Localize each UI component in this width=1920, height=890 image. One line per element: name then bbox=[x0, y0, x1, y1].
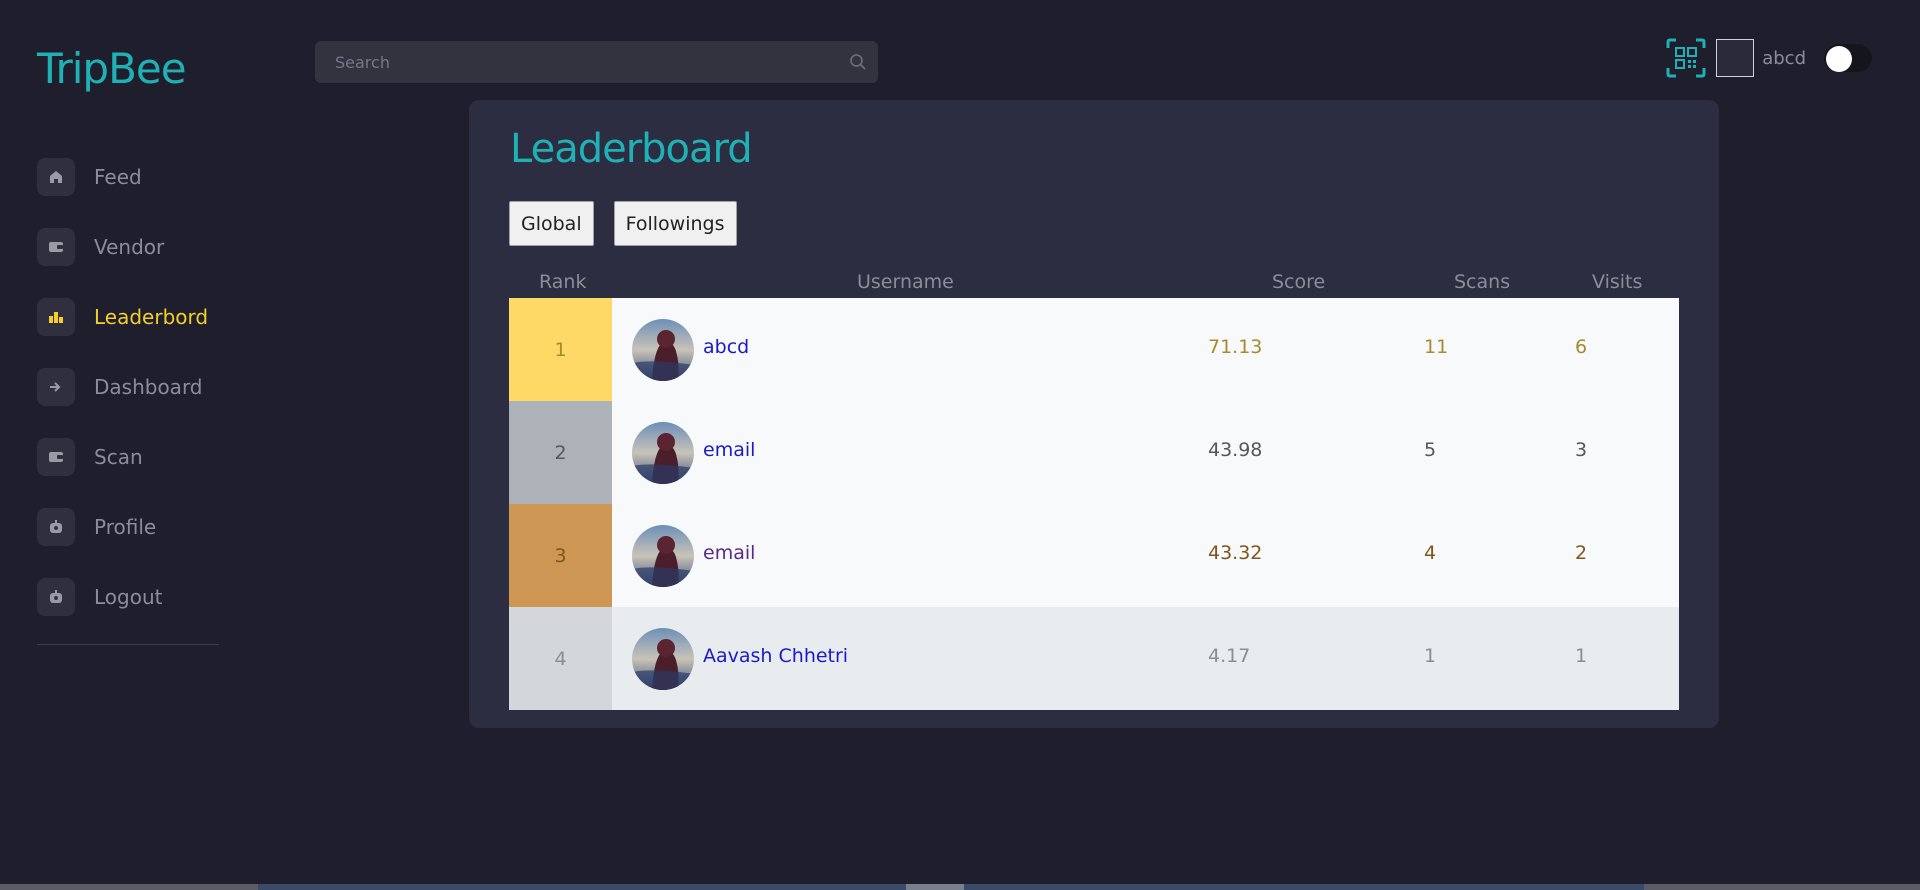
app-logo[interactable]: TripBee bbox=[37, 44, 187, 93]
table-row: 3 email 43.32 4 2 bbox=[509, 504, 1679, 607]
username-link[interactable]: abcd bbox=[703, 336, 749, 358]
qr-code-icon[interactable] bbox=[1666, 38, 1706, 78]
search-icon[interactable] bbox=[838, 53, 878, 71]
table-row: 2 email 43.98 5 3 bbox=[509, 401, 1679, 504]
user-avatar[interactable] bbox=[632, 525, 694, 587]
column-header-score: Score bbox=[1272, 271, 1326, 293]
visits-value: 6 bbox=[1575, 336, 1588, 358]
column-header-rank: Rank bbox=[539, 271, 587, 293]
scans-value: 1 bbox=[1424, 645, 1437, 667]
scans-value: 11 bbox=[1424, 336, 1449, 358]
score-value: 4.17 bbox=[1208, 645, 1251, 667]
logout-icon bbox=[37, 578, 75, 616]
sidebar-item-label: Dashboard bbox=[94, 375, 203, 399]
column-header-scans: Scans bbox=[1454, 271, 1511, 293]
user-avatar[interactable] bbox=[632, 628, 694, 690]
rank-cell: 4 bbox=[509, 607, 612, 710]
column-header-username: Username bbox=[857, 271, 954, 293]
sidebar-item-label: Scan bbox=[94, 445, 143, 469]
rank-cell: 2 bbox=[509, 401, 612, 504]
sidebar-item-label: Leaderbord bbox=[94, 305, 209, 329]
sidebar-item-label: Vendor bbox=[94, 235, 165, 259]
sidebar-item-feed[interactable]: Feed bbox=[37, 142, 219, 212]
leaderboard-tabs: Global Followings bbox=[509, 201, 737, 246]
sidebar-item-profile[interactable]: Profile bbox=[37, 492, 219, 562]
sidebar-item-vendor[interactable]: Vendor bbox=[37, 212, 219, 282]
table-row: 4 Aavash Chhetri 4.17 1 1 bbox=[509, 607, 1679, 710]
table-header: Rank Username Score Scans Visits bbox=[509, 268, 1679, 298]
rank-value: 4 bbox=[554, 647, 567, 670]
table-row: 1 abcd 71.13 11 6 bbox=[509, 298, 1679, 401]
sidebar-divider bbox=[37, 644, 219, 645]
score-value: 43.98 bbox=[1208, 439, 1263, 461]
avatar[interactable] bbox=[1716, 39, 1755, 77]
rank-cell: 3 bbox=[509, 504, 612, 607]
header-username[interactable]: abcd bbox=[1762, 48, 1806, 69]
arrow-right-icon bbox=[37, 368, 75, 406]
sidebar-item-label: Logout bbox=[94, 585, 163, 609]
sidebar-item-label: Feed bbox=[94, 165, 142, 189]
leaderboard-table: 1 abcd 71.13 11 6 2 email 43.98 5 3 3 em… bbox=[509, 298, 1679, 710]
leaderboard-card: Leaderboard Global Followings Rank Usern… bbox=[469, 100, 1719, 728]
tab-followings[interactable]: Followings bbox=[613, 201, 737, 246]
scans-value: 4 bbox=[1424, 542, 1437, 564]
score-value: 43.32 bbox=[1208, 542, 1263, 564]
user-avatar[interactable] bbox=[632, 422, 694, 484]
bar-chart-icon bbox=[37, 298, 75, 336]
username-link[interactable]: email bbox=[703, 542, 755, 564]
theme-toggle[interactable] bbox=[1824, 44, 1872, 72]
search-bar bbox=[315, 41, 878, 83]
sidebar-item-logout[interactable]: Logout bbox=[37, 562, 219, 632]
rank-value: 1 bbox=[554, 338, 567, 361]
sidebar-item-dashboard[interactable]: Dashboard bbox=[37, 352, 219, 422]
sidebar-item-leaderbord[interactable]: Leaderbord bbox=[37, 282, 219, 352]
score-value: 71.13 bbox=[1208, 336, 1263, 358]
horizontal-scrollbar[interactable] bbox=[0, 884, 1920, 890]
search-input[interactable] bbox=[315, 52, 838, 72]
home-icon bbox=[37, 158, 75, 196]
user-avatar[interactable] bbox=[632, 319, 694, 381]
user-icon bbox=[37, 508, 75, 546]
page-title: Leaderboard bbox=[510, 126, 753, 172]
scans-value: 5 bbox=[1424, 439, 1437, 461]
visits-value: 2 bbox=[1575, 542, 1588, 564]
column-header-visits: Visits bbox=[1592, 271, 1643, 293]
scrollbar-thumb[interactable] bbox=[906, 884, 964, 890]
rank-value: 3 bbox=[554, 544, 567, 567]
sidebar-item-scan[interactable]: Scan bbox=[37, 422, 219, 492]
sidebar-item-label: Profile bbox=[94, 515, 157, 539]
wallet-icon bbox=[37, 228, 75, 266]
visits-value: 1 bbox=[1575, 645, 1588, 667]
username-link[interactable]: Aavash Chhetri bbox=[703, 645, 848, 667]
header-actions: abcd bbox=[1666, 38, 1872, 78]
username-link[interactable]: email bbox=[703, 439, 755, 461]
rank-cell: 1 bbox=[509, 298, 612, 401]
sidebar-nav: Feed Vendor Leaderbord Dashboard Scan Pr… bbox=[37, 142, 219, 632]
toggle-knob bbox=[1826, 46, 1852, 72]
tab-global[interactable]: Global bbox=[509, 201, 594, 246]
wallet-icon bbox=[37, 438, 75, 476]
rank-value: 2 bbox=[554, 441, 567, 464]
visits-value: 3 bbox=[1575, 439, 1588, 461]
